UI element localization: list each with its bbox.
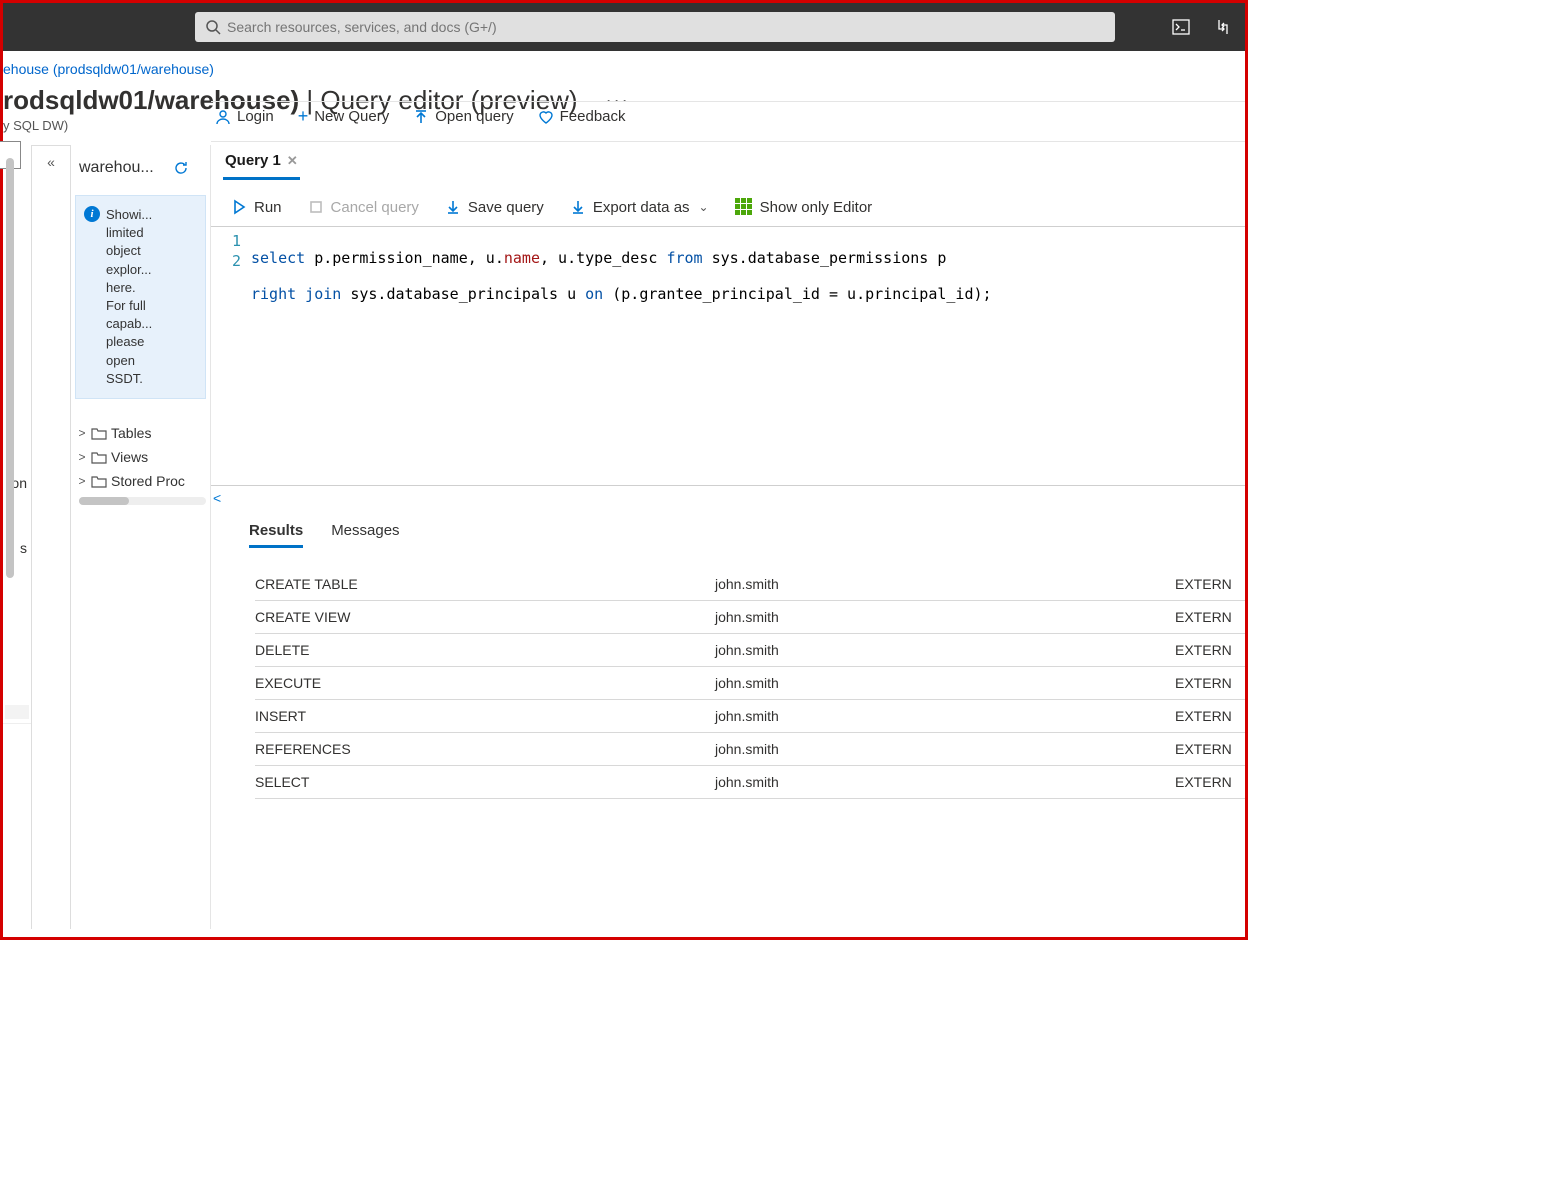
code-area[interactable]: select p.permission_name, u.name, u.type…	[251, 227, 992, 485]
left-nav-text-2: s	[20, 540, 27, 556]
left-nav-divider	[3, 723, 31, 724]
download-icon	[445, 199, 461, 215]
grid-icon	[735, 198, 753, 216]
table-row: REFERENCESjohn.smithEXTERN	[255, 733, 1245, 766]
open-query-button[interactable]: Open query	[413, 108, 513, 125]
show-editor-only-button[interactable]: Show only Editor	[735, 198, 873, 216]
results-grid[interactable]: CREATE TABLEjohn.smithEXTERN CREATE VIEW…	[211, 556, 1245, 799]
save-query-button[interactable]: Save query	[445, 199, 544, 216]
chevron-left-double-icon: «	[47, 154, 55, 929]
search-input[interactable]	[195, 12, 1115, 42]
top-bar	[3, 3, 1245, 51]
new-query-button[interactable]: + New Query	[298, 106, 390, 127]
table-row: INSERTjohn.smithEXTERN	[255, 700, 1245, 733]
table-row: SELECTjohn.smithEXTERN	[255, 766, 1245, 799]
results-tab-bar: Results Messages	[211, 506, 1245, 556]
tree-label: Views	[111, 449, 148, 465]
sql-editor[interactable]: 1 2 select p.permission_name, u.name, u.…	[211, 226, 1245, 486]
plus-icon: +	[298, 106, 309, 127]
table-row: CREATE VIEWjohn.smithEXTERN	[255, 601, 1245, 634]
run-button[interactable]: Run	[231, 199, 282, 216]
export-data-button[interactable]: Export data as ⌄	[570, 199, 709, 216]
object-explorer: warehou... i Showi... limited object exp…	[71, 145, 211, 929]
command-bar: Login + New Query Open query Feedback	[209, 102, 1245, 141]
scrollbar-thumb[interactable]	[6, 158, 14, 578]
search-icon	[205, 19, 221, 35]
query-tab-bar: Query 1 ✕	[211, 142, 1245, 180]
upload-icon	[413, 109, 429, 125]
info-icon: i	[84, 206, 100, 222]
user-icon	[215, 109, 231, 125]
chevron-right-icon: >	[77, 450, 87, 464]
refresh-icon[interactable]	[173, 160, 189, 176]
global-search[interactable]	[195, 12, 1115, 42]
sidebar-title: warehou...	[79, 159, 169, 177]
tree-item-stored-proc[interactable]: > Stored Proc	[75, 469, 210, 493]
collapse-panel-button[interactable]: «	[31, 145, 71, 929]
close-tab-icon[interactable]: ✕	[287, 153, 298, 169]
table-row: CREATE TABLEjohn.smithEXTERN	[255, 568, 1245, 601]
folder-icon	[91, 426, 107, 440]
download-icon	[570, 199, 586, 215]
folder-icon	[91, 474, 107, 488]
sidebar-hscroll[interactable]	[79, 497, 206, 505]
query-tab-1[interactable]: Query 1 ✕	[223, 152, 300, 180]
line-gutter: 1 2	[211, 227, 251, 485]
feedback-button[interactable]: Feedback	[538, 108, 626, 125]
folder-icon	[91, 450, 107, 464]
query-tab-label: Query 1	[225, 152, 281, 169]
tree-label: Stored Proc	[111, 473, 185, 489]
chevron-right-icon: >	[77, 474, 87, 488]
chevron-right-icon: >	[77, 426, 87, 440]
heart-icon	[538, 109, 554, 125]
cancel-query-button[interactable]: Cancel query	[308, 199, 419, 216]
tab-results[interactable]: Results	[249, 522, 303, 548]
tree-item-tables[interactable]: > Tables	[75, 421, 210, 445]
login-button[interactable]: Login	[215, 108, 274, 125]
play-icon	[231, 199, 247, 215]
editor-action-bar: Run Cancel query Save query Export data …	[211, 180, 1245, 226]
left-nav-scroll-track	[5, 705, 29, 719]
info-text: Showi... limited object explor... here. …	[106, 206, 152, 388]
tree-label: Tables	[111, 425, 151, 441]
info-banner: i Showi... limited object explor... here…	[75, 195, 206, 399]
collapse-results-icon[interactable]: <	[211, 486, 1245, 506]
table-row: DELETEjohn.smithEXTERN	[255, 634, 1245, 667]
table-row: EXECUTEjohn.smithEXTERN	[255, 667, 1245, 700]
directory-switch-icon[interactable]	[1213, 17, 1233, 37]
breadcrumb: ehouse (prodsqldw01/warehouse)	[3, 51, 1245, 81]
breadcrumb-link[interactable]: ehouse (prodsqldw01/warehouse)	[3, 61, 214, 77]
chevron-down-icon: ⌄	[699, 200, 709, 214]
cloud-shell-icon[interactable]	[1171, 17, 1191, 37]
tab-messages[interactable]: Messages	[331, 522, 399, 548]
stop-icon	[308, 199, 324, 215]
tree-item-views[interactable]: > Views	[75, 445, 210, 469]
